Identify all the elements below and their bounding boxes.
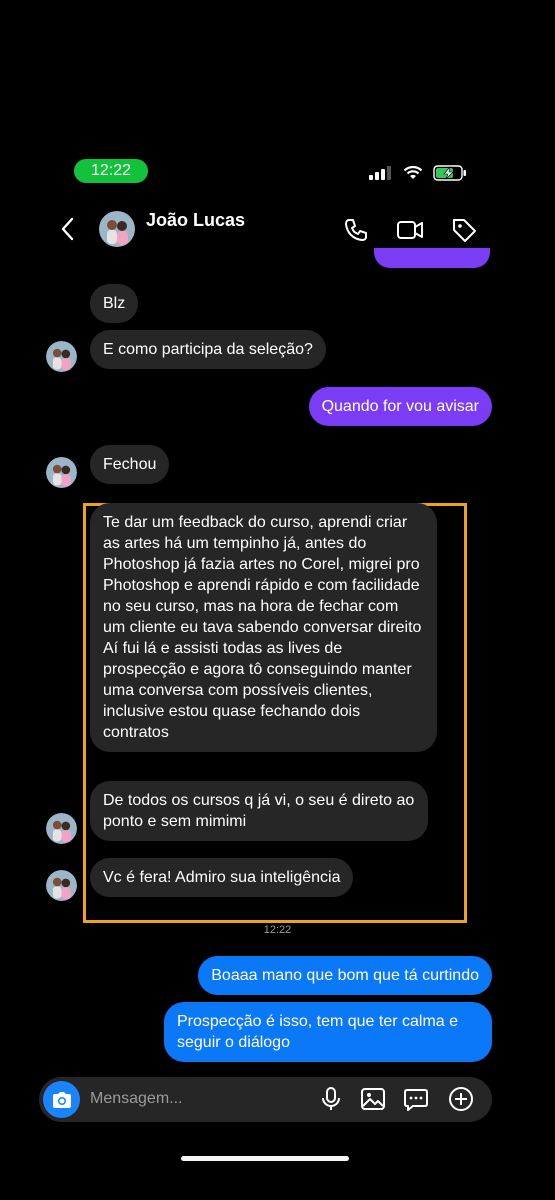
message-bubble-incoming[interactable]: Te dar um feedback do curso, aprendi cri… <box>90 503 437 752</box>
phone-icon[interactable] <box>342 216 370 244</box>
contact-name[interactable]: João Lucas <box>146 210 245 231</box>
gallery-icon[interactable] <box>360 1086 386 1112</box>
sender-avatar[interactable] <box>46 457 77 488</box>
previous-message-bubble <box>374 248 490 268</box>
status-time: 12:22 <box>74 159 148 183</box>
status-icons <box>369 165 467 181</box>
message-bubble-incoming[interactable]: E como participa da seleção? <box>90 330 326 369</box>
add-icon[interactable] <box>448 1086 474 1112</box>
sender-avatar[interactable] <box>46 813 77 844</box>
tag-icon[interactable] <box>450 216 478 244</box>
message-composer: Mensagem... <box>39 1077 492 1122</box>
back-chevron-icon[interactable] <box>58 216 78 242</box>
home-indicator <box>181 1156 349 1161</box>
video-call-icon[interactable] <box>396 216 424 244</box>
message-bubble-incoming[interactable]: De todos os cursos q já vi, o seu é dire… <box>90 781 428 841</box>
microphone-icon[interactable] <box>318 1086 344 1112</box>
camera-icon <box>52 1091 71 1108</box>
signal-icon <box>369 166 391 180</box>
camera-button[interactable] <box>43 1081 80 1118</box>
message-bubble-incoming[interactable]: Fechou <box>90 445 170 484</box>
message-bubble-incoming[interactable]: Vc é fera! Admiro sua inteligência <box>90 858 354 897</box>
message-bubble-outgoing[interactable]: Quando for vou avisar <box>308 387 492 426</box>
sender-avatar[interactable] <box>46 341 77 372</box>
message-timestamp: 12:22 <box>263 924 292 936</box>
contact-avatar[interactable] <box>99 211 135 247</box>
wifi-icon <box>403 166 423 179</box>
message-bubble-outgoing[interactable]: Prospecção é isso, tem que ter calma e s… <box>164 1002 492 1062</box>
message-bubble-incoming[interactable]: Blz <box>90 284 139 323</box>
message-bubble-outgoing[interactable]: Boaaa mano que bom que tá curtindo <box>198 956 492 995</box>
message-input[interactable]: Mensagem... <box>90 1090 182 1108</box>
battery-icon <box>433 165 466 181</box>
sticker-chat-icon[interactable] <box>403 1086 429 1112</box>
sender-avatar[interactable] <box>46 870 77 901</box>
